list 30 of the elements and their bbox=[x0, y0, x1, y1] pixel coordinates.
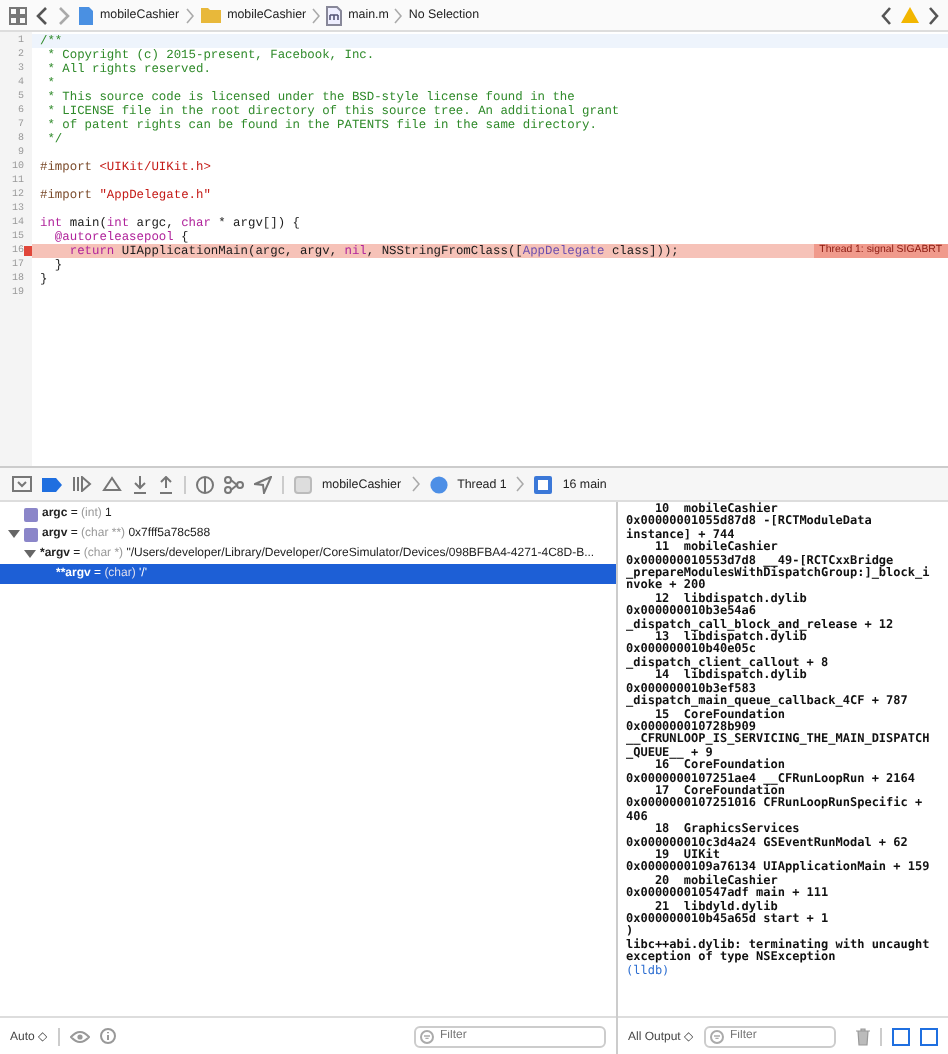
grid-icon[interactable] bbox=[8, 5, 28, 25]
frame-icon bbox=[534, 475, 553, 493]
filter-icon bbox=[420, 1029, 434, 1043]
chevron-icon bbox=[312, 7, 321, 23]
thread-icon bbox=[429, 475, 448, 493]
document-icon bbox=[78, 5, 94, 25]
next-issue-icon[interactable] bbox=[926, 5, 940, 25]
file-icon bbox=[326, 5, 343, 25]
step-into-icon[interactable] bbox=[132, 475, 148, 493]
step-over-icon[interactable] bbox=[102, 476, 122, 492]
back-icon[interactable] bbox=[34, 5, 50, 25]
memory-graph-icon[interactable] bbox=[224, 475, 244, 493]
app-icon bbox=[294, 475, 312, 493]
filter-icon bbox=[710, 1029, 725, 1043]
eye-icon[interactable] bbox=[70, 1029, 91, 1043]
chevron-icon bbox=[411, 476, 420, 492]
chevron-icon bbox=[394, 7, 403, 23]
error-marker bbox=[24, 246, 32, 256]
continue-icon[interactable] bbox=[72, 476, 92, 492]
breakpoint-icon[interactable] bbox=[42, 477, 62, 491]
info-icon[interactable] bbox=[100, 1028, 117, 1044]
view-hierarchy-icon[interactable] bbox=[196, 475, 214, 493]
chevron-icon bbox=[185, 7, 194, 23]
previous-issue-icon[interactable] bbox=[880, 5, 894, 25]
trash-icon[interactable] bbox=[856, 1027, 870, 1045]
hide-panel-icon[interactable] bbox=[12, 476, 32, 492]
folder-icon bbox=[199, 6, 222, 24]
step-out-icon[interactable] bbox=[158, 475, 174, 493]
location-icon[interactable] bbox=[254, 475, 272, 493]
chevron-icon bbox=[516, 476, 525, 492]
